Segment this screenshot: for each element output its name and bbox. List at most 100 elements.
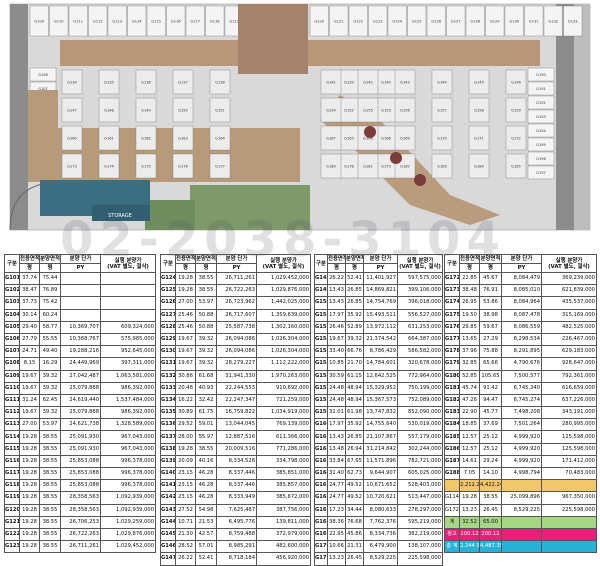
table-cell: 9,644,907 bbox=[363, 466, 398, 481]
table-cell: 139,811,000 bbox=[256, 515, 311, 529]
table-cell: 75.42 bbox=[39, 296, 61, 310]
unit-label: G153 bbox=[381, 109, 391, 113]
table-cell: 22.90 bbox=[459, 406, 480, 420]
floor-unit: G126 bbox=[426, 5, 446, 37]
table-cell: 37.74 bbox=[19, 271, 40, 286]
table-cell: 13.43 bbox=[327, 296, 346, 310]
table-cell: 530,019,000 bbox=[397, 418, 443, 432]
table-cell: 792,361,000 bbox=[541, 369, 597, 383]
table-cell: 996,378,000 bbox=[100, 466, 156, 481]
table-cell: 12.57 bbox=[459, 442, 480, 456]
floor-unit: G193 bbox=[527, 109, 555, 124]
unit-label: G192 bbox=[536, 101, 546, 105]
table-cell: 19.28 bbox=[19, 442, 40, 456]
table-cell: 30.89 bbox=[175, 406, 196, 420]
table-cell: 19.28 bbox=[19, 454, 40, 469]
unit-code-cell: G185 bbox=[444, 430, 460, 444]
unit-label: G113 bbox=[112, 20, 122, 24]
table-cell: 52.41 bbox=[195, 552, 217, 566]
table-cell: 45.77 bbox=[479, 406, 502, 420]
unit-code-cell: G175 bbox=[444, 308, 460, 322]
unit-code-cell: G168 bbox=[314, 515, 328, 529]
table-row: G188 7.05 14.10 4,998,794 70,483,000 bbox=[444, 466, 597, 481]
unit-label: G140 bbox=[381, 81, 391, 85]
table-cell: 25.46 bbox=[175, 308, 196, 322]
table-row: G141 23.15 46.28 8,337,446 385,857,000 bbox=[160, 479, 311, 493]
summary-row: G172 13.23 26.45 8,529,225 225,598,000 bbox=[444, 503, 597, 517]
unit-code-cell: G138 bbox=[160, 442, 176, 456]
unit-label: G193 bbox=[536, 115, 546, 119]
unit-label: G184 bbox=[474, 165, 484, 169]
table-row: G142 23.15 46.28 8,333,949 385,672,000 bbox=[160, 491, 311, 505]
table-cell: 19.28 bbox=[19, 466, 40, 481]
table-cell: 25.12 bbox=[479, 442, 502, 456]
table-cell: 396,018,000 bbox=[397, 296, 443, 310]
unit-code-cell: G156 bbox=[314, 369, 328, 383]
floor-unit: G195 bbox=[527, 137, 555, 152]
table-cell: 38.55 bbox=[39, 503, 61, 517]
table-cell: 1,359,639,000 bbox=[256, 308, 311, 322]
table-cell: 1,029,876,000 bbox=[100, 527, 156, 542]
table-cell: 33.84 bbox=[327, 454, 346, 469]
floor-unit: G113 bbox=[107, 5, 127, 37]
table-cell: 996,378,000 bbox=[100, 479, 156, 493]
unit-code-cell: G133 bbox=[160, 381, 176, 395]
table-cell: 37.69 bbox=[479, 418, 502, 432]
price-table-1: 구분 전용면적 분양면적 분양 단가 실행 분양가 (VAT 별도, 절삭) 평 … bbox=[4, 254, 156, 554]
unit-code-cell: G134 bbox=[160, 393, 176, 408]
table-row: G16624.7749.5210,720,621513,447,000 bbox=[314, 491, 443, 505]
table-cell: 25,079,888 bbox=[60, 406, 101, 420]
floor-unit: G153 bbox=[375, 97, 397, 123]
table-cell: 721,259,000 bbox=[256, 393, 311, 408]
table-cell: 1,029,876,000 bbox=[256, 284, 311, 298]
header-actual-price: 실행 분양가 (VAT 별도, 절삭) bbox=[541, 254, 597, 273]
table-cell: 25,091,930 bbox=[60, 442, 101, 456]
floor-unit: G111 bbox=[68, 5, 88, 37]
table-row: G15510.8521.7014,784,601320,678,000 bbox=[314, 357, 443, 371]
table-row: G16333.8467.6511,571,896782,721,000 bbox=[314, 454, 443, 469]
table-cell: 225,598,000 bbox=[397, 552, 443, 566]
floor-unit: G177 bbox=[209, 153, 231, 179]
table-cell: 25,853,088 bbox=[60, 466, 101, 481]
floor-unit: G178 bbox=[338, 153, 360, 179]
floor-unit: G138 bbox=[209, 69, 231, 95]
table-cell: 38.55 bbox=[195, 284, 217, 298]
table-cell: 7,762,376 bbox=[363, 515, 398, 529]
unit-code-cell: G144 bbox=[160, 515, 176, 529]
unit-code-cell: G162 bbox=[314, 442, 328, 456]
table-cell: 6,495,776 bbox=[216, 515, 257, 529]
unit-code-cell: G107 bbox=[4, 345, 20, 359]
table-cell: 10,368,767 bbox=[60, 332, 101, 347]
unit-label: G133 bbox=[568, 20, 578, 24]
table-row: G16431.4062.739,644,907605,025,000 bbox=[314, 466, 443, 481]
table-cell: 19.67 bbox=[175, 357, 196, 371]
unit-label: G122 bbox=[353, 20, 363, 24]
header-sale-area: 분양면적 bbox=[195, 254, 217, 264]
floor-unit: G169 bbox=[394, 125, 416, 151]
table-cell: 37.73 bbox=[19, 296, 40, 310]
table-cell: 46.28 bbox=[195, 466, 217, 481]
table-cell: 35.92 bbox=[345, 418, 364, 432]
table-cell: 19.67 bbox=[327, 332, 346, 347]
table-row: G17113.2326.458,529,225225,598,000 bbox=[314, 552, 443, 566]
table-cell: 7,501,264 bbox=[501, 418, 542, 432]
table-cell: 664,387,000 bbox=[397, 332, 443, 347]
unit-label: G124 bbox=[392, 20, 402, 24]
table-cell: 30.14 bbox=[19, 308, 40, 322]
summary-label-cell: G172 bbox=[444, 503, 460, 517]
summary-cell bbox=[541, 527, 597, 542]
table-cell: 26,094,086 bbox=[216, 345, 257, 359]
table-cell: 609,324,000 bbox=[100, 320, 156, 334]
table-cell: 1,537,484,000 bbox=[100, 393, 156, 408]
table-cell: 24,621,738 bbox=[60, 418, 101, 432]
header-sale-area: 분양면적 bbox=[39, 254, 61, 264]
floor-unit: G108 bbox=[29, 67, 57, 82]
header-py: PY bbox=[216, 263, 257, 273]
table-cell: 49.52 bbox=[345, 479, 364, 493]
unit-code-cell: G140 bbox=[160, 466, 176, 481]
table-cell: 50.88 bbox=[195, 308, 217, 322]
table-cell: 1,026,304,000 bbox=[256, 345, 311, 359]
unit-code-cell: G154 bbox=[314, 345, 328, 359]
table-row: G178 37.96 75.88 8,291,895 629,183,000 bbox=[444, 345, 597, 359]
table-cell: 334,798,000 bbox=[256, 454, 311, 469]
